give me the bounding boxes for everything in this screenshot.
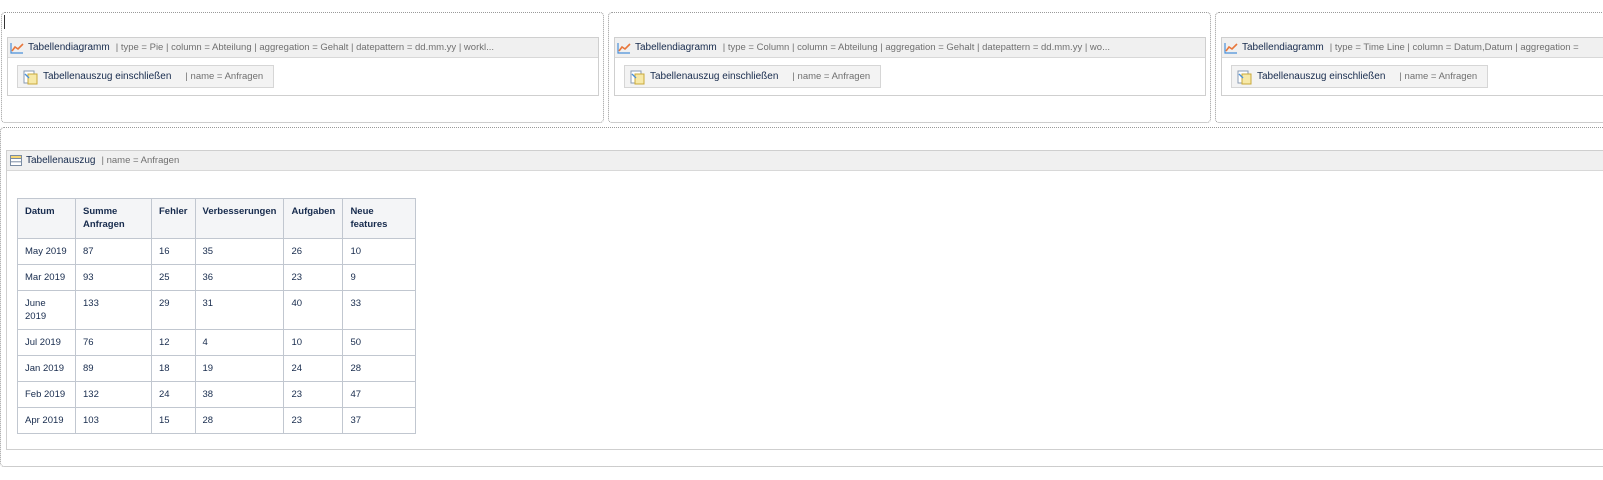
table-cell[interactable]: 36 <box>194 264 285 291</box>
table-cell[interactable]: 26 <box>283 238 344 265</box>
table-cell[interactable]: 10 <box>342 238 417 265</box>
layout-cell-2[interactable]: Tabellendiagramm | type = Column | colum… <box>608 12 1211 123</box>
table-cell[interactable]: 10 <box>283 329 344 356</box>
macro-title: Tabellendiagramm <box>635 42 717 53</box>
table-cell[interactable]: 38 <box>194 381 285 408</box>
chart-macro-pie[interactable]: Tabellendiagramm | type = Pie | column =… <box>7 37 599 96</box>
table-cell[interactable]: 89 <box>75 355 152 382</box>
macro-header[interactable]: Tabellendiagramm | type = Pie | column =… <box>8 38 598 58</box>
macro-title: Tabellendiagramm <box>28 42 110 53</box>
column-header[interactable]: Datum <box>17 198 76 239</box>
table-cell[interactable]: 103 <box>75 407 152 434</box>
line-chart-icon <box>1224 42 1238 54</box>
table-cell[interactable]: 29 <box>151 290 196 330</box>
table-cell[interactable]: 50 <box>342 329 417 356</box>
include-excerpt-macro[interactable]: Tabellenauszug einschließen | name = Anf… <box>1231 65 1489 88</box>
macro-body: Tabellenauszug einschließen | name = Anf… <box>615 58 1205 95</box>
table-cell[interactable]: 40 <box>283 290 344 330</box>
include-title: Tabellenauszug einschließen <box>650 71 779 82</box>
table-row: Jan 2019 89 18 19 24 28 <box>17 355 417 382</box>
table-header-row: Datum Summe Anfragen Fehler Verbesserung… <box>17 198 417 239</box>
line-chart-icon <box>617 42 631 54</box>
table-cell[interactable]: 15 <box>151 407 196 434</box>
column-header[interactable]: Summe Anfragen <box>75 198 152 239</box>
table-cell[interactable]: 47 <box>342 381 417 408</box>
macro-header[interactable]: Tabellenauszug | name = Anfragen <box>7 151 1603 171</box>
table-cell[interactable]: 31 <box>194 290 285 330</box>
column-header[interactable]: Aufgaben <box>283 198 344 239</box>
layout-cell-1[interactable]: Tabellendiagramm | type = Pie | column =… <box>1 12 604 123</box>
macro-title: Tabellenauszug <box>26 155 96 166</box>
column-header[interactable]: Fehler <box>151 198 196 239</box>
table-excerpt-macro[interactable]: Tabellenauszug | name = Anfragen Datum S… <box>6 150 1603 450</box>
table-cell[interactable]: 18 <box>151 355 196 382</box>
chart-macro-column[interactable]: Tabellendiagramm | type = Column | colum… <box>614 37 1206 96</box>
table-cell[interactable]: 23 <box>283 264 344 291</box>
line-chart-icon <box>10 42 24 54</box>
include-params: | name = Anfragen <box>792 71 871 82</box>
include-excerpt-icon <box>1237 70 1252 84</box>
include-params: | name = Anfragen <box>185 71 264 82</box>
include-excerpt-icon <box>23 70 38 84</box>
table-cell[interactable]: 24 <box>283 355 344 382</box>
table-cell[interactable]: 132 <box>75 381 152 408</box>
table-row: May 2019 87 16 35 26 10 <box>17 238 417 265</box>
table-cell[interactable]: Jan 2019 <box>17 355 76 382</box>
table-cell[interactable]: 23 <box>283 407 344 434</box>
table-cell[interactable]: 4 <box>194 329 285 356</box>
table-cell[interactable]: 23 <box>283 381 344 408</box>
table-cell[interactable]: Apr 2019 <box>17 407 76 434</box>
include-excerpt-icon <box>630 70 645 84</box>
table-row: Apr 2019 103 15 28 23 37 <box>17 407 417 434</box>
include-title: Tabellenauszug einschließen <box>43 71 172 82</box>
layout-section-excerpt[interactable]: Tabellenauszug | name = Anfragen Datum S… <box>0 127 1603 467</box>
table-cell[interactable]: May 2019 <box>17 238 76 265</box>
column-header[interactable]: Verbesserungen <box>194 198 285 239</box>
table-row: Jul 2019 76 12 4 10 50 <box>17 329 417 356</box>
table-icon <box>10 155 22 166</box>
include-excerpt-macro[interactable]: Tabellenauszug einschließen | name = Anf… <box>17 65 275 88</box>
macro-title: Tabellendiagramm <box>1242 42 1324 53</box>
table-cell[interactable]: 133 <box>75 290 152 330</box>
table-cell[interactable]: 24 <box>151 381 196 408</box>
macro-body: Tabellenauszug einschließen | name = Anf… <box>1222 58 1603 95</box>
table-cell[interactable]: 19 <box>194 355 285 382</box>
table-row: Mar 2019 93 25 36 23 9 <box>17 264 417 291</box>
table-cell[interactable]: 35 <box>194 238 285 265</box>
macro-params: | type = Time Line | column = Datum,Datu… <box>1329 42 1579 53</box>
macro-params: | name = Anfragen <box>101 155 180 166</box>
table-cell[interactable]: 33 <box>342 290 417 330</box>
include-title: Tabellenauszug einschließen <box>1257 71 1386 82</box>
table-cell[interactable]: 28 <box>194 407 285 434</box>
table-cell[interactable]: Mar 2019 <box>17 264 76 291</box>
table-row: Feb 2019 132 24 38 23 47 <box>17 381 417 408</box>
table-cell[interactable]: 87 <box>75 238 152 265</box>
table-cell[interactable]: 12 <box>151 329 196 356</box>
table-cell[interactable]: 25 <box>151 264 196 291</box>
layout-section-charts: Tabellendiagramm | type = Pie | column =… <box>0 12 1603 123</box>
table-cell[interactable]: 28 <box>342 355 417 382</box>
include-excerpt-macro[interactable]: Tabellenauszug einschließen | name = Anf… <box>624 65 882 88</box>
macro-header[interactable]: Tabellendiagramm | type = Column | colum… <box>615 38 1205 58</box>
table-cell[interactable]: June 2019 <box>17 290 76 330</box>
macro-params: | type = Pie | column = Abteilung | aggr… <box>115 42 495 53</box>
table-cell[interactable]: 9 <box>342 264 417 291</box>
table-cell[interactable]: Feb 2019 <box>17 381 76 408</box>
table-cell[interactable]: 76 <box>75 329 152 356</box>
table-row: June 2019 133 29 31 40 33 <box>17 290 417 330</box>
macro-body: Tabellenauszug einschließen | name = Anf… <box>8 58 598 95</box>
table-cell[interactable]: Jul 2019 <box>17 329 76 356</box>
macro-params: | type = Column | column = Abteilung | a… <box>722 42 1110 53</box>
layout-cell-3[interactable]: Tabellendiagramm | type = Time Line | co… <box>1215 12 1603 123</box>
include-params: | name = Anfragen <box>1399 71 1478 82</box>
macro-header[interactable]: Tabellendiagramm | type = Time Line | co… <box>1222 38 1603 58</box>
column-header[interactable]: Neue features <box>342 198 417 239</box>
table-cell[interactable]: 16 <box>151 238 196 265</box>
table-cell[interactable]: 37 <box>342 407 417 434</box>
data-table[interactable]: Datum Summe Anfragen Fehler Verbesserung… <box>17 198 417 434</box>
chart-macro-timeline[interactable]: Tabellendiagramm | type = Time Line | co… <box>1221 37 1603 96</box>
table-cell[interactable]: 93 <box>75 264 152 291</box>
